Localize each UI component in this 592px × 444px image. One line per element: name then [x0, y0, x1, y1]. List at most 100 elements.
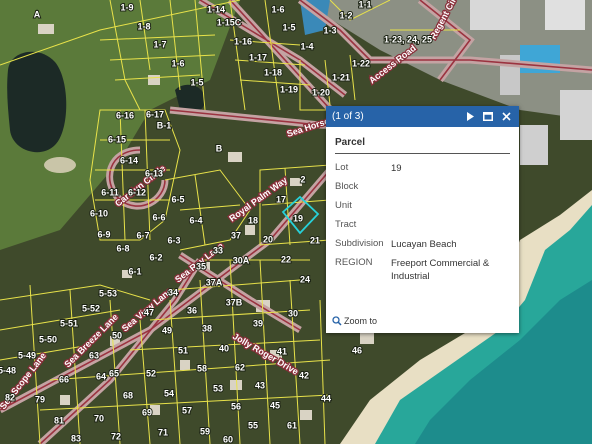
lot-label: 33 — [213, 245, 223, 255]
popup-count: (1 of 3) — [332, 111, 364, 122]
lot-label: 70 — [94, 413, 104, 423]
lot-label: 57 — [182, 405, 192, 415]
zoom-to-link[interactable]: Zoom to — [332, 316, 377, 326]
lot-label: 1-19 — [280, 84, 298, 94]
attr-key: REGION — [335, 257, 373, 268]
lot-label: 6-12 — [128, 187, 146, 197]
lot-label: 71 — [158, 427, 168, 437]
lot-label: 1-2 — [339, 10, 352, 20]
area-label-a: A — [34, 9, 41, 19]
lot-label: 6-8 — [116, 243, 129, 253]
attribute-table: Lot 19 Block Unit Tract Subdivision Luca… — [335, 160, 510, 283]
lot-label: 50 — [112, 330, 122, 340]
lot-label: 56 — [231, 401, 241, 411]
lot-label: 72 — [111, 431, 121, 441]
lot-label: 39 — [253, 318, 263, 328]
lot-label: 6-2 — [149, 252, 162, 262]
lot-label: 45 — [270, 400, 280, 410]
lot-label: 6-11 — [101, 187, 119, 197]
attr-row-tract: Tract — [335, 217, 510, 236]
lot-label: 1-9 — [120, 2, 133, 12]
lot-label: 6-10 — [90, 208, 108, 218]
lot-label: 43 — [255, 380, 265, 390]
attr-row-block: Block — [335, 179, 510, 198]
lot-label: 6-9 — [97, 229, 110, 239]
lot-label: 6-6 — [152, 212, 165, 222]
close-icon — [501, 112, 511, 121]
lot-label: 83 — [71, 433, 81, 443]
lot-label: 30A — [233, 255, 250, 265]
lot-label: 79 — [35, 394, 45, 404]
lot-label: 21 — [310, 235, 320, 245]
feature-info-popup: (1 of 3) Parcel Lot 19 Block Unit Tract — [326, 106, 519, 333]
lot-label: 6-3 — [167, 235, 180, 245]
lot-label: 61 — [287, 420, 297, 430]
lot-label: 6-16 — [116, 110, 134, 120]
lot-label: 42 — [299, 370, 309, 380]
lot-label: 1-5 — [282, 22, 295, 32]
lot-label: 51 — [178, 345, 188, 355]
lot-label: 81 — [54, 415, 64, 425]
lot-label: 37B — [226, 297, 243, 307]
lot-label: 1-20 — [312, 87, 330, 97]
lot-label: 36 — [187, 305, 197, 315]
lot-label: 34 — [168, 287, 178, 297]
lot-label: 5-50 — [39, 334, 57, 344]
lot-label: 46 — [352, 345, 362, 355]
attr-key: Block — [335, 181, 359, 192]
lot-label: 1-21 — [332, 72, 350, 82]
play-next-icon — [467, 112, 474, 121]
lot-label: 6-4 — [189, 215, 202, 225]
attr-value: Lucayan Beach — [391, 239, 457, 250]
lot-label: 1-6 — [171, 58, 184, 68]
lot-label: 49 — [162, 325, 172, 335]
lot-label: 68 — [123, 390, 133, 400]
lot-label: 22 — [281, 254, 291, 264]
attr-key: Tract — [335, 219, 357, 230]
lot-label: 55 — [248, 420, 258, 430]
lot-label: 53 — [213, 383, 223, 393]
attr-value: 19 — [391, 163, 402, 174]
lot-label: 1-1 — [358, 0, 371, 9]
lot-label: 65 — [109, 368, 119, 378]
attr-row-subdivision: Subdivision Lucayan Beach — [335, 236, 510, 255]
attr-key: Lot — [335, 162, 349, 173]
maximize-icon — [483, 112, 493, 121]
lot-label: 47 — [144, 307, 154, 317]
lot-label: 6-15 — [108, 134, 126, 144]
lot-label: 60 — [223, 434, 233, 444]
lot-label: 6-5 — [171, 194, 184, 204]
lot-label: 54 — [164, 388, 174, 398]
attr-row-lot: Lot 19 — [335, 160, 510, 179]
lot-label: 18 — [248, 215, 258, 225]
lot-label: 1-14 — [207, 4, 225, 14]
lot-label: 1-17 — [249, 52, 267, 62]
lot-label: 1-5 — [190, 77, 203, 87]
maximize-button[interactable] — [481, 110, 495, 124]
popup-title: Parcel — [335, 137, 510, 154]
close-button[interactable] — [499, 110, 513, 124]
lot-label: 1-22 — [352, 58, 370, 68]
lot-label: 37 — [231, 230, 241, 240]
lot-label: 1-7 — [153, 39, 166, 49]
lot-label: 19 — [293, 213, 303, 223]
lot-label: 66 — [59, 374, 69, 384]
lot-label: 5-52 — [82, 303, 100, 313]
lot-label: 2 — [300, 174, 305, 184]
lot-label: 1-23, 24, 25 — [384, 34, 432, 44]
attr-row-region: REGION Freeport Commercial & Industrial — [335, 255, 510, 283]
lot-label: 64 — [96, 371, 106, 381]
lot-label: 37A — [206, 277, 223, 287]
lot-label: 1-18 — [264, 67, 282, 77]
lot-label: 1-6 — [271, 4, 284, 14]
lot-label: 38 — [202, 323, 212, 333]
popup-header: (1 of 3) — [326, 106, 519, 127]
sand-trap — [44, 157, 76, 173]
lot-label: 1-4 — [300, 41, 313, 51]
lot-label: 17 — [276, 194, 286, 204]
lot-label: 6-7 — [136, 230, 149, 240]
lot-label: 5-53 — [99, 288, 117, 298]
lot-label: 44 — [321, 393, 331, 403]
lot-label: 59 — [200, 426, 210, 436]
next-feature-button[interactable] — [463, 110, 477, 124]
